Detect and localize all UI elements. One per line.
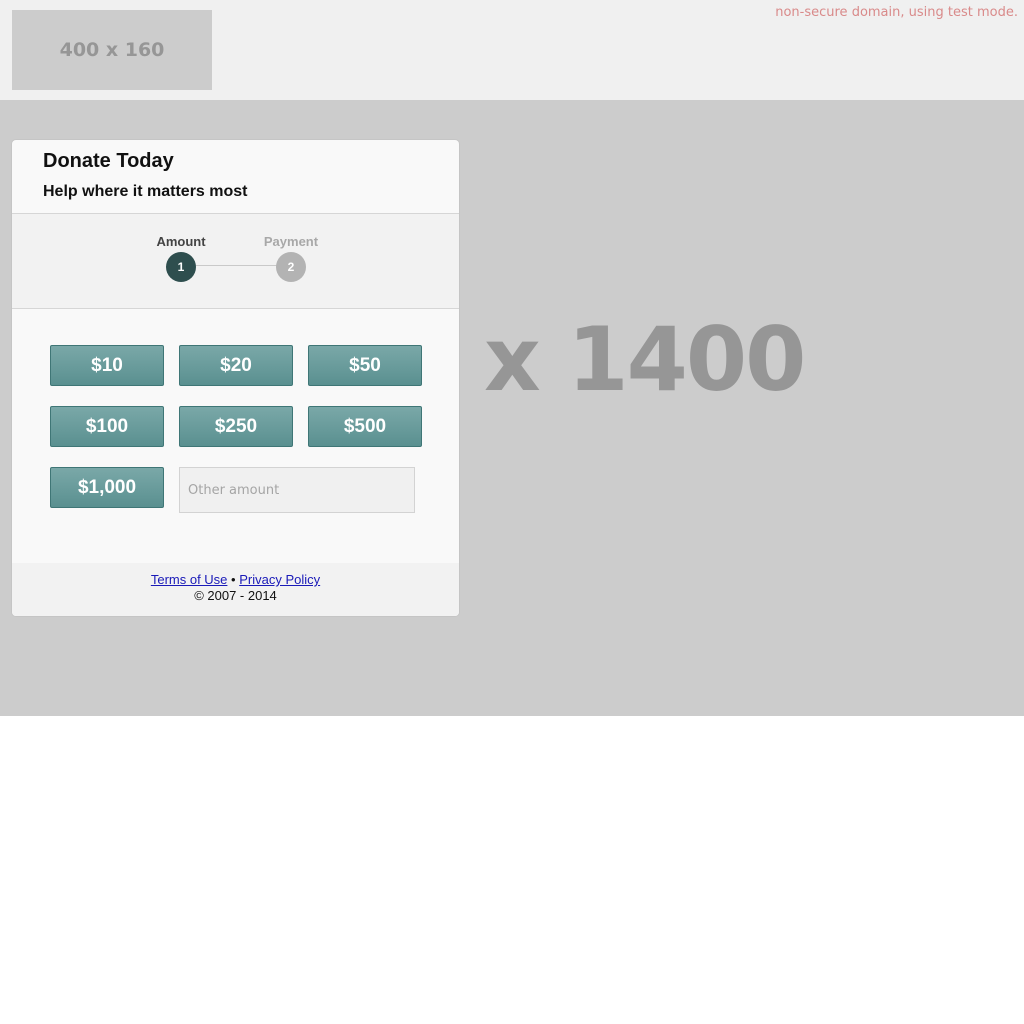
amount-button-500[interactable]: $500 [308,406,422,447]
top-bar: 400 x 160 non-secure domain, using test … [0,0,1024,100]
footer-links: Terms of Use • Privacy Policy [12,572,459,588]
form-title: Donate Today [43,150,174,172]
card-header: Donate Today Help where it matters most [12,140,459,214]
terms-of-use-link[interactable]: Terms of Use [151,572,228,587]
amount-button-1000[interactable]: $1,000 [50,467,164,508]
privacy-policy-link[interactable]: Privacy Policy [239,572,320,587]
step-label: Amount [156,234,206,249]
form-subtitle: Help where it matters most [43,183,248,200]
amount-button-250[interactable]: $250 [179,406,293,447]
step-amount: Amount 1 [141,234,221,282]
step-payment: Payment 2 [251,234,331,282]
step-number-badge: 2 [276,252,306,282]
other-amount-input[interactable] [179,467,415,513]
amount-button-50[interactable]: $50 [308,345,422,386]
amount-button-10[interactable]: $10 [50,345,164,386]
hero-placeholder-text: x 1400 [484,308,806,411]
progress-steps: Amount 1 Payment 2 [12,214,459,309]
logo-placeholder-image: 400 x 160 [12,10,212,90]
test-mode-notice: non-secure domain, using test mode. [775,5,1018,20]
donation-form-card: Donate Today Help where it matters most … [12,140,459,616]
step-number-badge: 1 [166,252,196,282]
amount-button-100[interactable]: $100 [50,406,164,447]
step-label: Payment [263,234,319,249]
card-footer: Terms of Use • Privacy Policy © 2007 - 2… [12,563,459,616]
amount-button-20[interactable]: $20 [179,345,293,386]
copyright-text: © 2007 - 2014 [194,588,277,603]
link-separator: • [231,572,236,587]
